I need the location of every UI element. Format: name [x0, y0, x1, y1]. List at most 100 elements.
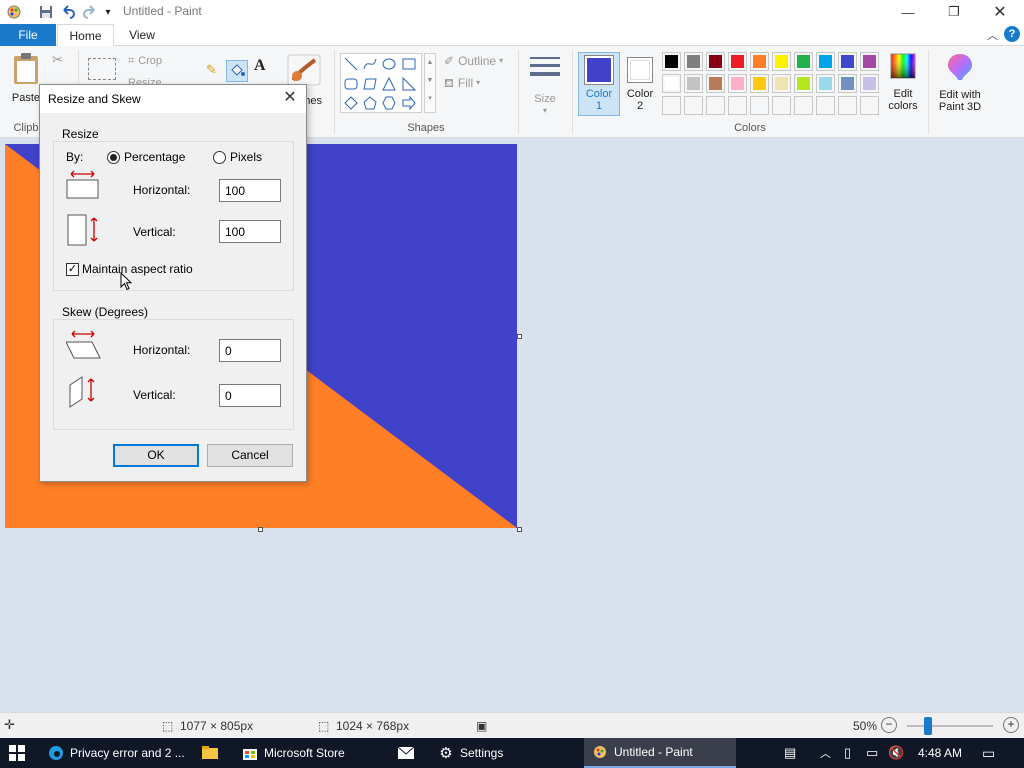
palette-swatch[interactable] [794, 52, 813, 71]
palette-empty-swatch[interactable] [750, 96, 769, 115]
taskbar-item-mail[interactable] [392, 738, 426, 768]
palette-empty-swatch[interactable] [860, 96, 879, 115]
palette-swatch[interactable] [838, 74, 857, 93]
save-icon[interactable] [38, 4, 54, 20]
palette-swatch[interactable] [684, 74, 703, 93]
zoom-slider[interactable] [907, 725, 993, 727]
palette-empty-swatch[interactable] [728, 96, 747, 115]
help-icon[interactable]: ? [1004, 26, 1020, 42]
palette-swatch[interactable] [706, 52, 725, 71]
palette-empty-swatch[interactable] [794, 96, 813, 115]
paint-app-icon[interactable] [6, 4, 22, 20]
resize-handle-right[interactable] [517, 334, 522, 339]
arrow-shape-icon[interactable] [401, 95, 417, 111]
taskbar-item-store[interactable]: Microsoft Store [234, 738, 384, 768]
taskbar-item-explorer[interactable] [196, 738, 230, 768]
palette-swatch[interactable] [860, 74, 879, 93]
cancel-button[interactable]: Cancel [207, 444, 293, 467]
shapes-gallery[interactable] [340, 53, 422, 113]
color2-button[interactable]: Color 2 [622, 52, 658, 116]
palette-empty-swatch[interactable] [662, 96, 681, 115]
pentagon-shape-icon[interactable] [362, 95, 378, 111]
pixels-label[interactable]: Pixels [230, 150, 262, 164]
shapes-scroll[interactable]: ▲ ▼ ▾ [424, 53, 436, 113]
select-icon[interactable] [88, 58, 116, 80]
zoom-out-icon[interactable]: − [881, 717, 897, 733]
palette-swatch[interactable] [860, 52, 879, 71]
redo-icon[interactable] [82, 4, 98, 20]
color1-button[interactable]: Color 1 [578, 52, 620, 116]
percentage-radio[interactable] [107, 151, 120, 164]
device-icon[interactable]: ▯ [844, 738, 851, 768]
dialog-close-icon[interactable]: ✕ [280, 88, 300, 108]
outline-button[interactable]: ✐ Outline ▾ [444, 55, 503, 67]
palette-swatch[interactable] [794, 74, 813, 93]
palette-swatch[interactable] [772, 74, 791, 93]
zoom-in-icon[interactable]: + [1003, 717, 1019, 733]
minimize-button[interactable]: — [885, 0, 931, 24]
triangle-shape-icon[interactable] [381, 76, 397, 92]
resize-handle-corner[interactable] [517, 527, 522, 532]
palette-swatch[interactable] [728, 74, 747, 93]
text-tool-icon[interactable]: A [254, 58, 266, 74]
tray-chevron-icon[interactable]: ︿ [820, 738, 831, 768]
skew-horizontal-input[interactable] [219, 339, 281, 362]
news-icon[interactable]: ▤ [784, 738, 796, 768]
taskbar-item-paint[interactable]: Untitled - Paint [584, 738, 736, 768]
palette-swatch[interactable] [728, 52, 747, 71]
pixels-radio[interactable] [213, 151, 226, 164]
rectangle-shape-icon[interactable] [401, 56, 417, 72]
tab-view[interactable]: View [117, 24, 167, 46]
palette-empty-swatch[interactable] [684, 96, 703, 115]
palette-swatch[interactable] [750, 52, 769, 71]
palette-empty-swatch[interactable] [706, 96, 725, 115]
hexagon-shape-icon[interactable] [381, 95, 397, 111]
volume-muted-icon[interactable]: 🔇 [888, 738, 904, 768]
cut-icon[interactable]: ✂ [52, 53, 63, 66]
resize-horizontal-input[interactable] [219, 179, 281, 202]
pencil-icon[interactable]: ✎ [206, 63, 217, 76]
edit-colors-button[interactable]: Edit colors [884, 52, 922, 116]
palette-swatch[interactable] [662, 74, 681, 93]
polygon-shape-icon[interactable] [362, 76, 378, 92]
palette-swatch[interactable] [772, 52, 791, 71]
palette-swatch[interactable] [838, 52, 857, 71]
palette-swatch[interactable] [684, 52, 703, 71]
taskbar-item-settings[interactable]: ⚙ Settings [430, 738, 580, 768]
right-triangle-shape-icon[interactable] [401, 76, 417, 92]
start-button[interactable] [8, 738, 26, 768]
maintain-aspect-checkbox[interactable]: ✓ [66, 263, 79, 276]
palette-empty-swatch[interactable] [772, 96, 791, 115]
size-button[interactable]: Size ▾ [526, 54, 564, 115]
customize-icon[interactable]: ▾ [100, 4, 116, 20]
clock-time[interactable]: 4:48 AM [918, 738, 962, 768]
palette-swatch[interactable] [816, 52, 835, 71]
crop-button[interactable]: ⌗ Crop [128, 55, 162, 67]
diamond-shape-icon[interactable] [343, 95, 359, 111]
palette-swatch[interactable] [816, 74, 835, 93]
tab-file[interactable]: File [0, 24, 56, 46]
collapse-ribbon-icon[interactable]: ︿ [987, 27, 998, 43]
palette-empty-swatch[interactable] [838, 96, 857, 115]
fill-button[interactable]: ⛾ Fill ▾ [444, 77, 480, 89]
tab-home[interactable]: Home [57, 24, 114, 47]
taskbar-item-edge[interactable]: Privacy error and 2 ... [40, 738, 188, 768]
zoom-slider-thumb[interactable] [924, 717, 932, 735]
oval-shape-icon[interactable] [381, 56, 397, 72]
palette-swatch[interactable] [662, 52, 681, 71]
resize-handle-bottom[interactable] [258, 527, 263, 532]
close-window-button[interactable]: ✕ [977, 0, 1023, 24]
ok-button[interactable]: OK [113, 444, 199, 467]
resize-vertical-input[interactable] [219, 220, 281, 243]
notifications-icon[interactable]: ▭ [982, 738, 995, 768]
maximize-button[interactable]: ❐ [931, 0, 977, 24]
fill-tool-icon[interactable] [226, 60, 248, 82]
undo-icon[interactable] [60, 4, 76, 20]
skew-vertical-input[interactable] [219, 384, 281, 407]
maintain-aspect-label[interactable]: Maintain aspect ratio [82, 262, 193, 276]
line-shape-icon[interactable] [343, 56, 359, 72]
network-icon[interactable]: ▭ [866, 738, 878, 768]
rounded-rect-shape-icon[interactable] [343, 76, 359, 92]
palette-empty-swatch[interactable] [816, 96, 835, 115]
edit-with-paint3d-button[interactable]: Edit with Paint 3D [934, 52, 986, 116]
